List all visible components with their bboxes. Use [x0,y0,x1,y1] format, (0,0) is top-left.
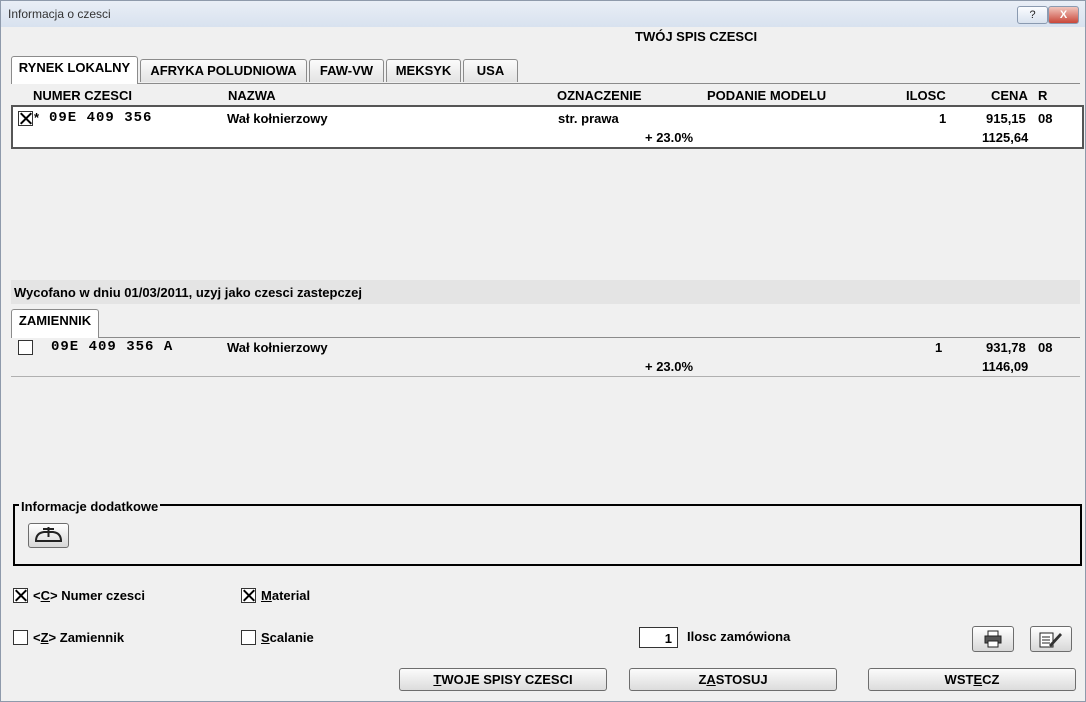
title-bar: Informacja o czesci ? X [1,1,1085,27]
withdrawn-note: Wycofano w dniu 01/03/2011, uzyj jako cz… [14,285,363,300]
help-button[interactable]: ? [1017,6,1048,24]
col-ilosc: ILOSC [906,88,946,103]
edit-list-button[interactable] [1030,626,1072,652]
col-numer-czesci: NUMER CZESCI [33,88,132,103]
wstecz-button[interactable]: WSTECZ [868,668,1076,691]
row-star: * [34,110,40,125]
order-quantity-label: Ilosc zamówiona [687,629,791,644]
replacement-panel-bottom [11,376,1080,377]
col-podanie-modelu: PODANIE MODELU [707,88,827,103]
scalanie-label[interactable]: Scalanie [261,630,314,645]
material-label[interactable]: Material [261,588,310,603]
tab-afryka-poludniowa[interactable]: AFRYKA POLUDNIOWA [140,59,307,82]
col-cena: CENA [991,88,1028,103]
twoje-spisy-czesci-button[interactable]: TWOJE SPISY CZESCI [399,668,607,691]
withdrawn-note-bar: Wycofano w dniu 01/03/2011, uzyj jako cz… [11,280,1080,304]
part-vat: + 23.0% [645,130,694,145]
engine-info-button[interactable] [28,523,69,548]
zamiennik-checkbox[interactable] [13,630,28,645]
tab-panel-border [11,83,1080,84]
part-gross-price: 1125,64 [982,130,1029,145]
print-button[interactable] [972,626,1014,652]
tab-zamiennik[interactable]: ZAMIENNIK [11,309,99,338]
col-nazwa: NAZWA [228,88,276,103]
page-title-text: TWÓJ SPIS CZESCI [635,29,758,44]
part-number: 09E 409 356 [49,110,153,126]
additional-info-group [13,504,1082,566]
numer-czesci-label[interactable]: <C> Numer czesci [33,588,145,603]
replacement-checkbox[interactable] [18,340,33,355]
part-name: Wał kołnierzowy [227,111,328,126]
part-price: 915,15 [986,111,1026,126]
numer-czesci-checkbox[interactable] [13,588,28,603]
part-qty: 1 [939,111,947,126]
replacement-gross-price: 1146,09 [982,359,1029,374]
replacement-name: Wał kołnierzowy [227,340,328,355]
replacement-number: 09E 409 356 A [51,339,174,355]
zamiennik-label[interactable]: <Z> Zamiennik [33,630,124,645]
additional-info-label: Informacje dodatkowe [19,499,161,514]
tab-faw-vw[interactable]: FAW-VW [309,59,384,82]
part-designation: str. prawa [558,111,619,126]
printer-icon [984,630,1002,651]
window-title: Informacja o czesci [8,7,111,21]
tab-meksyk[interactable]: MEKSYK [386,59,461,82]
scalanie-checkbox[interactable] [241,630,256,645]
col-r: R [1038,88,1048,103]
material-checkbox[interactable] [241,588,256,603]
col-oznaczenie: OZNACZENIE [557,88,642,103]
dialog-window: Informacja o czesci ? X TWÓJ SPIS CZESCI… [0,0,1086,702]
replacement-r: 08 [1038,340,1053,355]
zastosuj-button[interactable]: ZASTOSUJ [629,668,837,691]
order-quantity-input[interactable]: 1 [639,627,678,648]
edit-list-icon [1039,630,1063,651]
row-checkbox[interactable] [18,111,33,126]
replacement-price: 931,78 [986,340,1026,355]
replacement-qty: 1 [935,340,943,355]
replacement-row[interactable]: 09E 409 356 A Wał kołnierzowy 1 931,78 0… [11,338,1080,376]
engine-icon [33,526,64,548]
page-title: TWÓJ SPIS CZESCI [1,29,1085,45]
tab-rynek-lokalny[interactable]: RYNEK LOKALNY [11,56,138,84]
table-row-selected[interactable]: * 09E 409 356 Wał kołnierzowy str. prawa… [11,105,1084,149]
tab-usa[interactable]: USA [463,59,518,82]
close-button[interactable]: X [1048,6,1079,24]
replacement-vat: + 23.0% [645,359,694,374]
part-r: 08 [1038,111,1053,126]
